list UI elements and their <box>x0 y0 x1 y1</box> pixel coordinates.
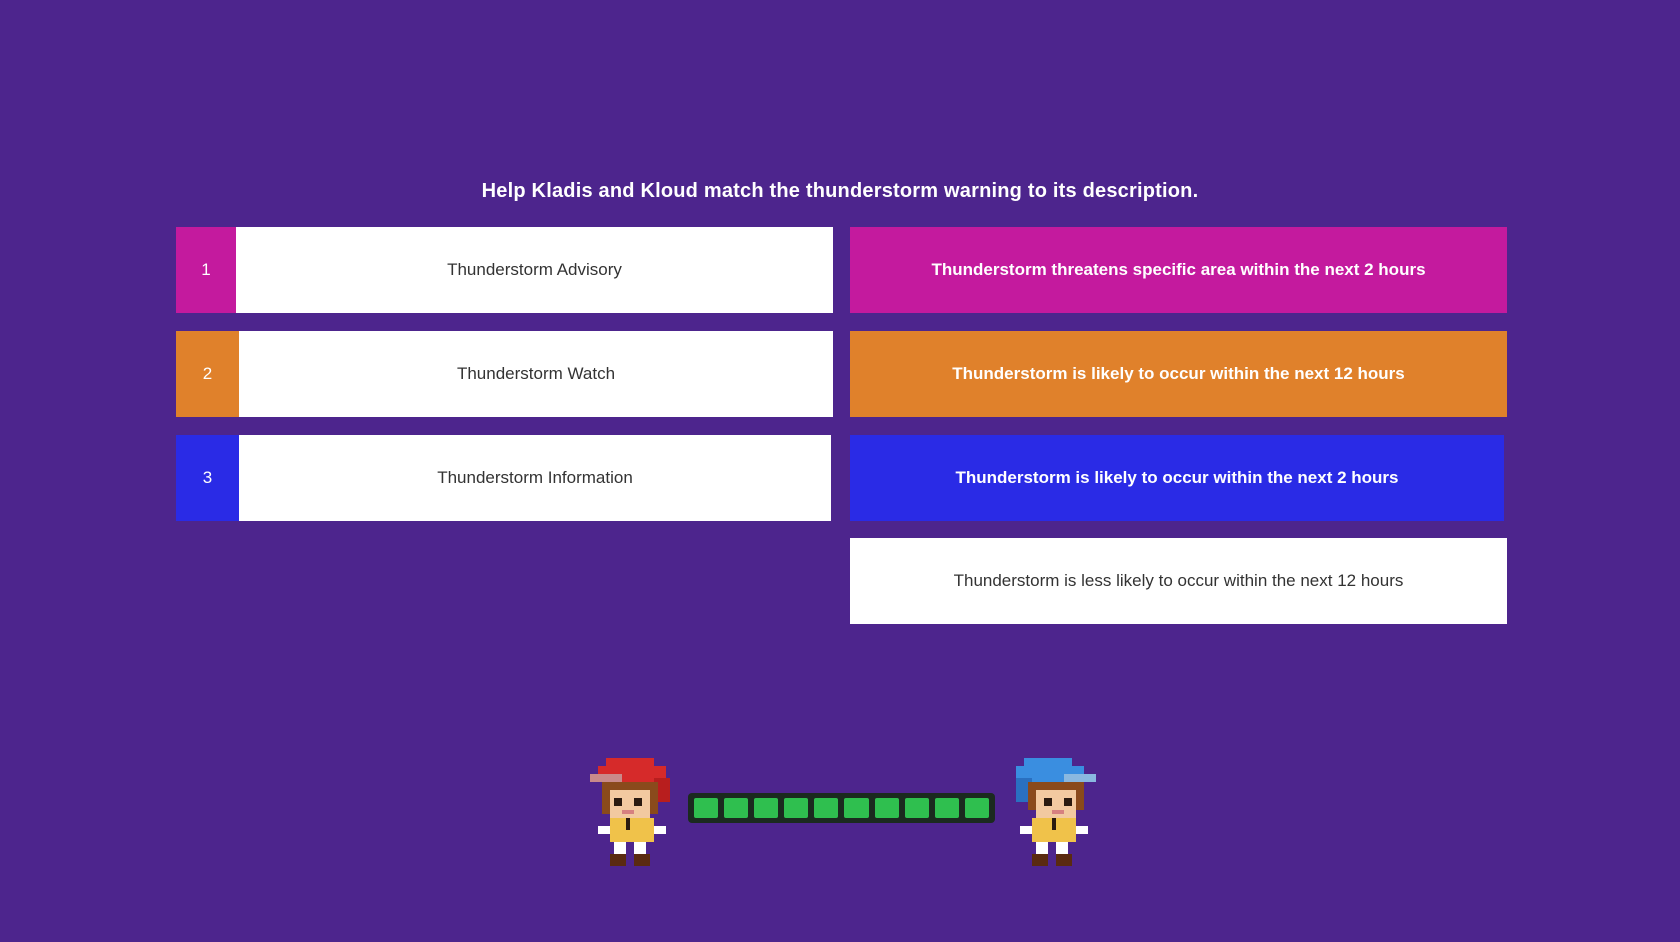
term-label: Thunderstorm Watch <box>456 364 616 383</box>
progress-segment <box>964 798 989 818</box>
progress-segment <box>754 798 779 818</box>
term-card-3[interactable]: 3 Thunderstorm Information <box>176 435 831 521</box>
description-card-1[interactable]: Thunderstorm threatens specific area wit… <box>850 227 1507 313</box>
kloud-sprite-icon <box>1016 758 1096 866</box>
match-progress-bar <box>688 793 995 823</box>
progress-segment <box>724 798 749 818</box>
term-number-badge: 2 <box>176 331 239 417</box>
progress-segment <box>694 798 719 818</box>
description-card-4[interactable]: Thunderstorm is less likely to occur wit… <box>850 538 1507 624</box>
term-number-badge: 3 <box>176 435 239 521</box>
progress-segment <box>814 798 839 818</box>
term-label: Thunderstorm Advisory <box>447 260 622 279</box>
term-label: Thunderstorm Information <box>437 468 633 487</box>
kladis-sprite-icon <box>590 758 670 866</box>
progress-segment <box>784 798 809 818</box>
progress-segment <box>934 798 959 818</box>
progress-segment <box>874 798 899 818</box>
instruction-text: Help Kladis and Kloud match the thunders… <box>481 180 1199 202</box>
term-number-badge: 1 <box>176 227 236 313</box>
progress-segment <box>904 798 929 818</box>
description-card-3[interactable]: Thunderstorm is likely to occur within t… <box>850 435 1504 521</box>
term-card-2[interactable]: 2 Thunderstorm Watch <box>176 331 833 417</box>
progress-segment <box>844 798 869 818</box>
term-card-1[interactable]: 1 Thunderstorm Advisory <box>176 227 833 313</box>
description-card-2[interactable]: Thunderstorm is likely to occur within t… <box>850 331 1507 417</box>
